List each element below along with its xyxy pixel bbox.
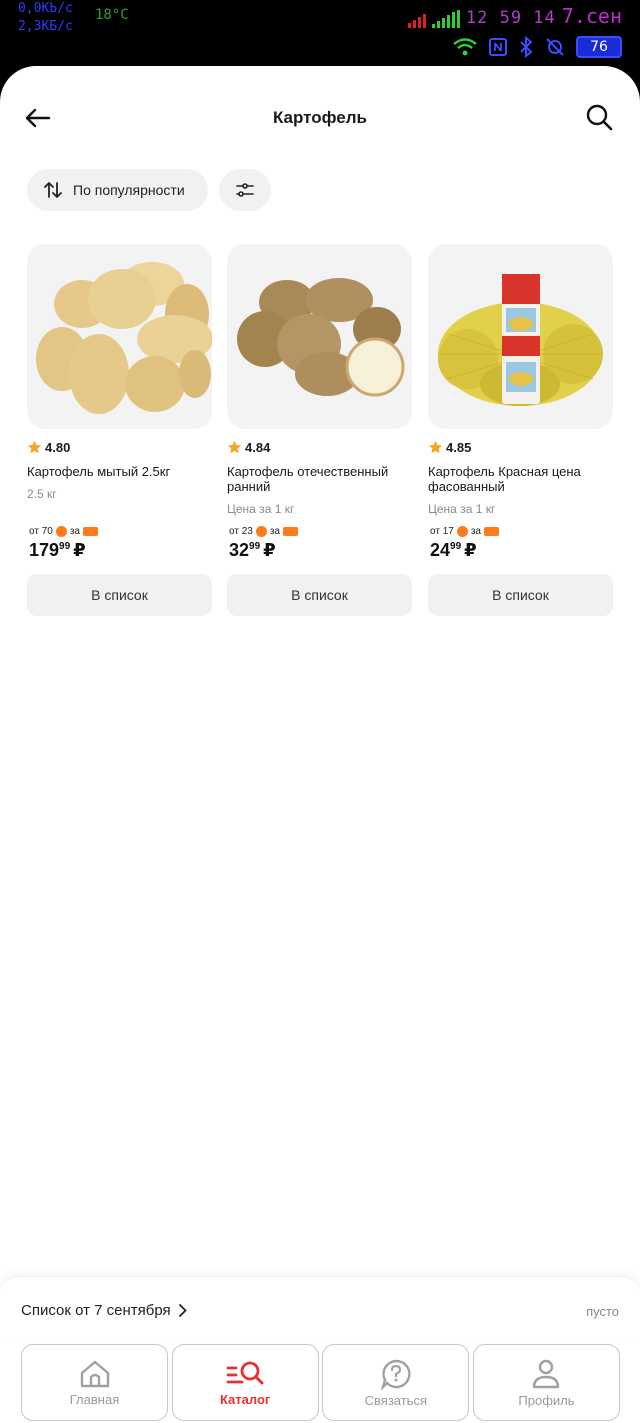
coin-icon (55, 526, 67, 537)
settings-off-icon (546, 38, 564, 56)
product-unit: Цена за 1 кг (227, 502, 295, 516)
signal-icon (407, 10, 426, 28)
shopping-list-title[interactable]: Список от 7 сентября (21, 1302, 187, 1319)
product-image[interactable] (27, 244, 212, 429)
filter-sliders-icon (236, 183, 254, 197)
potato-bag-image (438, 274, 603, 406)
product-grid: 4.80 Картофель мытый 2.5кг 2.5 кг от 70 … (27, 244, 613, 624)
add-to-list-button[interactable]: В список (227, 574, 412, 616)
header: Картофель (0, 66, 640, 170)
main-sheet: Картофель По популярности 4.80 Картофель… (0, 66, 640, 1423)
home-icon (80, 1360, 109, 1387)
status-right: 12 59 14 7.сен (407, 4, 622, 28)
product-card[interactable]: 4.85 Картофель Красная цена фасованный Ц… (428, 244, 613, 616)
wifi-icon (453, 38, 477, 56)
sort-label: По популярности (73, 182, 185, 198)
filter-button[interactable] (219, 169, 271, 211)
star-icon (227, 440, 242, 454)
catalog-search-icon (226, 1361, 264, 1384)
product-price: 32 99 ₽ (229, 540, 276, 560)
nav-item-catalog[interactable]: Каталог (171, 1344, 319, 1421)
product-unit: 2.5 кг (27, 487, 57, 501)
product-card[interactable]: 4.84 Картофель отечественный ранний Цена… (227, 244, 412, 616)
loyalty-card-icon (483, 527, 499, 536)
sort-arrows-icon (44, 182, 62, 198)
loyalty-promo: от 23 за (229, 526, 298, 537)
add-to-list-button[interactable]: В список (428, 574, 613, 616)
product-name: Картофель мытый 2.5кг (27, 464, 171, 479)
coin-icon (255, 526, 267, 537)
profile-icon (533, 1359, 560, 1388)
rating: 4.84 (227, 440, 270, 455)
product-price: 24 99 ₽ (430, 540, 477, 560)
bluetooth-icon (520, 36, 533, 58)
product-name: Картофель отечественный ранний (227, 464, 389, 494)
temperature: 18°C (95, 7, 129, 23)
clock: 12 59 14 (465, 8, 556, 28)
shopping-list-status: пусто (586, 1304, 619, 1319)
date: 7.сен (561, 4, 622, 28)
search-button[interactable] (582, 100, 616, 134)
loyalty-promo: от 17 за (430, 526, 499, 537)
search-icon (586, 104, 613, 131)
product-image[interactable] (227, 244, 412, 429)
potato-image (36, 262, 212, 414)
chevron-right-icon (178, 1304, 187, 1317)
coin-icon (456, 526, 468, 537)
bottom-nav: Главная Каталог Связаться Профиль (0, 1343, 640, 1423)
page-title: Картофель (272, 108, 368, 127)
product-image[interactable] (428, 244, 613, 429)
nav-item-profile[interactable]: Профиль (472, 1344, 620, 1421)
nfc-icon (489, 38, 507, 56)
loyalty-promo: от 70 за (29, 526, 98, 537)
add-to-list-button[interactable]: В список (27, 574, 212, 616)
product-price: 179 99 ₽ (29, 540, 86, 560)
signal-icon (431, 10, 460, 28)
network-speed: 0,0КЬ/с 2,3КБ/с (18, 1, 73, 34)
loyalty-card-icon (82, 527, 98, 536)
potato-image (237, 278, 405, 397)
star-icon (27, 440, 42, 454)
battery-indicator: 76 (576, 36, 622, 58)
product-name: Картофель Красная цена фасованный (428, 464, 581, 494)
status-icons: 76 (452, 36, 622, 58)
star-icon (428, 440, 443, 454)
sort-button[interactable]: По популярности (27, 169, 208, 211)
product-card[interactable]: 4.80 Картофель мытый 2.5кг 2.5 кг от 70 … (27, 244, 212, 616)
loyalty-card-icon (282, 527, 298, 536)
rating: 4.85 (428, 440, 471, 455)
product-unit: Цена за 1 кг (428, 502, 496, 516)
help-chat-icon (380, 1359, 411, 1390)
status-bar: 0,0КЬ/с 2,3КБ/с 18°C 12 59 14 7.сен 76 (0, 0, 640, 66)
rating: 4.80 (27, 440, 70, 455)
shopping-list-bar[interactable]: Список от 7 сентября пусто (0, 1276, 640, 1342)
nav-item-contact[interactable]: Связаться (322, 1344, 470, 1421)
nav-item-home[interactable]: Главная (21, 1344, 168, 1421)
